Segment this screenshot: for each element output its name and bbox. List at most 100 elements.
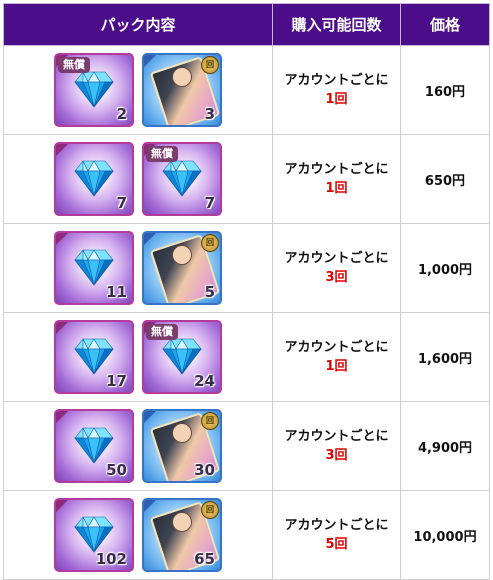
pack-table-container: パック内容 購入可能回数 価格 無償 2 回 3 アカウントごとに 1回 160円 7 無償 7 ア…	[3, 3, 490, 580]
tile-corner-decoration	[56, 322, 68, 334]
pack-contents-cell: 7 無償 7	[3, 134, 273, 224]
purchase-limit-cell: アカウントごとに 1回	[272, 134, 401, 224]
price-value: 1,600円	[417, 351, 473, 367]
character-face-icon	[172, 512, 192, 532]
diamond-gem-icon	[74, 249, 114, 286]
character-face-icon	[172, 245, 192, 265]
price-value: 1,000円	[417, 262, 473, 278]
pack-row[interactable]: 7 無償 7 アカウントごとに 1回 650円	[3, 134, 490, 224]
item-count: 7	[204, 194, 215, 212]
free-badge: 無償	[58, 57, 90, 73]
item-count: 65	[194, 550, 215, 568]
diamond-gem-icon	[162, 338, 202, 375]
price-cell: 1,000円	[400, 223, 490, 313]
purchase-limit-cell: アカウントごとに 3回	[272, 223, 401, 313]
pack-row[interactable]: 17 無償 24 アカウントごとに 1回 1,600円	[3, 312, 490, 402]
pack-items: 50 回 30	[4, 402, 272, 490]
tile-corner-decoration	[144, 233, 156, 245]
price-value: 10,000円	[413, 529, 477, 545]
limit-times: 1回	[325, 181, 348, 196]
limit-text: アカウントごとに	[284, 518, 389, 533]
gem-item-tile: 無償 7	[142, 142, 222, 216]
pack-contents-cell: 無償 2 回 3	[3, 45, 273, 135]
pack-row[interactable]: 11 回 5 アカウントごとに 3回 1,000円	[3, 223, 490, 313]
limit-text: アカウントごとに	[284, 162, 389, 177]
pack-row[interactable]: 102 回 65 アカウントごとに 5回 10,000円	[3, 490, 490, 580]
limit-times: 1回	[325, 92, 348, 107]
limit-times: 1回	[325, 359, 348, 374]
purchase-limit-cell: アカウントごとに 5回	[272, 490, 401, 580]
pack-items: 無償 2 回 3	[4, 46, 272, 134]
gem-item-tile: 7	[54, 142, 134, 216]
pack-items: 17 無償 24	[4, 313, 272, 401]
price-cell: 1,600円	[400, 312, 490, 402]
limit-times: 3回	[325, 270, 348, 285]
item-count: 24	[194, 372, 215, 390]
item-count: 30	[194, 461, 215, 479]
ticket-badge-icon: 回	[201, 234, 219, 252]
table-header-row: パック内容 購入可能回数 価格	[3, 3, 490, 46]
purchase-limit-cell: アカウントごとに 1回	[272, 312, 401, 402]
ticket-badge-icon: 回	[201, 412, 219, 430]
pack-table: パック内容 購入可能回数 価格 無償 2 回 3 アカウントごとに 1回 160円 7 無償 7 ア…	[3, 3, 490, 580]
limit-text: アカウントごとに	[284, 340, 389, 355]
tile-corner-decoration	[56, 411, 68, 423]
ticket-badge-icon: 回	[201, 56, 219, 74]
purchase-limit: アカウントごとに 1回	[273, 338, 400, 376]
diamond-gem-icon	[74, 71, 114, 108]
ticket-item-tile: 回 30	[142, 409, 222, 483]
item-count: 7	[116, 194, 127, 212]
limit-text: アカウントごとに	[284, 251, 389, 266]
purchase-limit: アカウントごとに 3回	[273, 427, 400, 465]
price-cell: 10,000円	[400, 490, 490, 580]
purchase-limit: アカウントごとに 1回	[273, 71, 400, 109]
character-face-icon	[172, 67, 192, 87]
diamond-gem-icon	[74, 516, 114, 553]
pack-row[interactable]: 50 回 30 アカウントごとに 3回 4,900円	[3, 401, 490, 491]
price-value: 160円	[424, 84, 466, 100]
purchase-limit-cell: アカウントごとに 1回	[272, 45, 401, 135]
limit-times: 3回	[325, 448, 348, 463]
gem-item-tile: 17	[54, 320, 134, 394]
item-count: 2	[116, 105, 127, 123]
character-face-icon	[172, 423, 192, 443]
gem-item-tile: 50	[54, 409, 134, 483]
item-count: 11	[106, 283, 127, 301]
header-purchase-limit: 購入可能回数	[272, 3, 401, 46]
diamond-gem-icon	[74, 338, 114, 375]
purchase-limit: アカウントごとに 1回	[273, 160, 400, 198]
ticket-item-tile: 回5	[142, 231, 222, 305]
item-count: 50	[106, 461, 127, 479]
tile-corner-decoration	[144, 500, 156, 512]
pack-contents-cell: 17 無償 24	[3, 312, 273, 402]
limit-times: 5回	[325, 537, 348, 552]
pack-items: 7 無償 7	[4, 135, 272, 223]
tile-corner-decoration	[144, 55, 156, 67]
free-badge: 無償	[146, 324, 178, 340]
gem-item-tile: 11	[54, 231, 134, 305]
ticket-item-tile: 回 65	[142, 498, 222, 572]
pack-contents-cell: 11 回 5	[3, 223, 273, 313]
gem-item-tile: 無償 24	[142, 320, 222, 394]
ticket-badge-icon: 回	[201, 501, 219, 519]
purchase-limit: アカウントごとに 5回	[273, 516, 400, 554]
tile-corner-decoration	[56, 233, 68, 245]
diamond-gem-icon	[74, 160, 114, 197]
diamond-gem-icon	[74, 427, 114, 464]
limit-text: アカウントごとに	[284, 73, 389, 88]
price-cell: 4,900円	[400, 401, 490, 491]
item-count: 17	[106, 372, 127, 390]
header-price: 価格	[400, 3, 490, 46]
pack-row[interactable]: 無償 2 回 3 アカウントごとに 1回 160円	[3, 45, 490, 135]
free-badge: 無償	[146, 146, 178, 162]
tile-corner-decoration	[56, 144, 68, 156]
item-count: 102	[95, 550, 127, 568]
price-value: 4,900円	[417, 440, 473, 456]
pack-contents-cell: 50 回 30	[3, 401, 273, 491]
tile-corner-decoration	[144, 411, 156, 423]
pack-items: 11 回 5	[4, 224, 272, 312]
pack-items: 102 回 65	[4, 491, 272, 579]
diamond-gem-icon	[162, 160, 202, 197]
gem-item-tile: 102	[54, 498, 134, 572]
purchase-limit: アカウントごとに 3回	[273, 249, 400, 287]
